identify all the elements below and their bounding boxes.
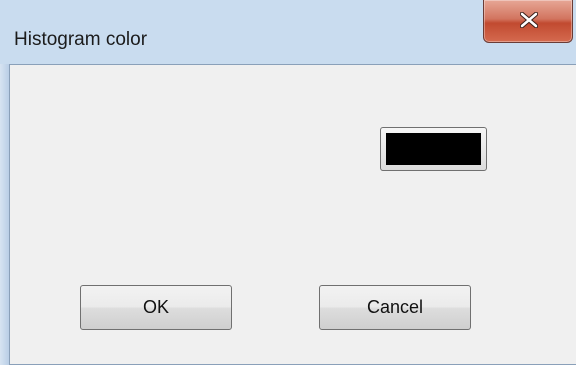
histogram-color-dialog: Histogram color OK Cancel: [0, 0, 576, 365]
window-frame-left: [0, 64, 9, 365]
color-swatch: [386, 133, 481, 165]
close-button[interactable]: [483, 0, 573, 43]
window-title: Histogram color: [14, 29, 148, 50]
color-picker-button[interactable]: [380, 127, 487, 171]
ok-button[interactable]: OK: [80, 285, 232, 330]
cancel-button[interactable]: Cancel: [319, 285, 471, 330]
close-icon: [520, 12, 538, 28]
title-bar: Histogram color: [0, 0, 576, 64]
